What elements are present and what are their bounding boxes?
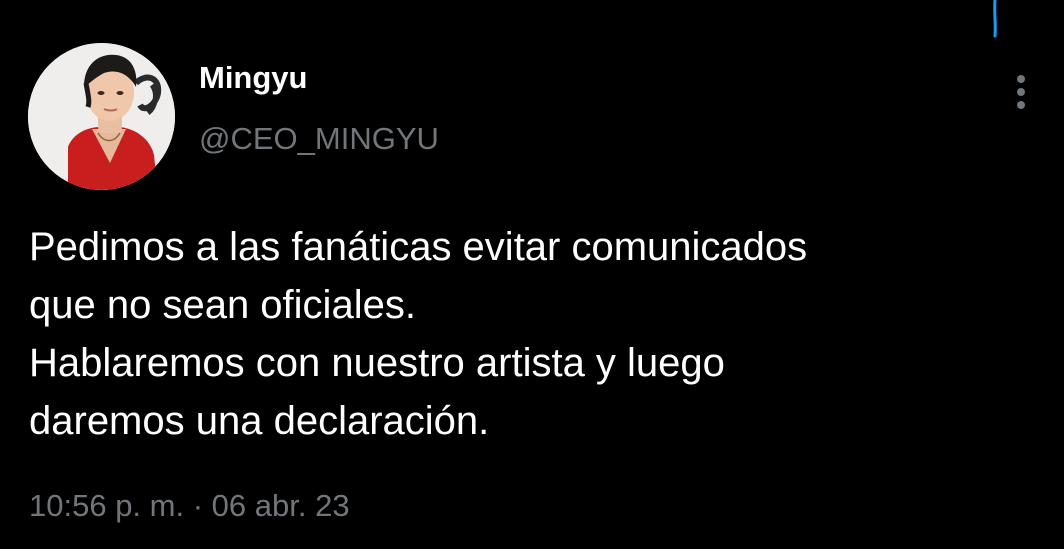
more-options-button[interactable] [1004, 70, 1038, 114]
more-vertical-icon [1017, 75, 1025, 83]
more-vertical-icon-dot [1017, 101, 1025, 109]
avatar[interactable] [28, 43, 175, 190]
tweet-text-line: que no sean oficiales. [29, 283, 416, 327]
more-vertical-icon-dot [1017, 88, 1025, 96]
display-name[interactable]: Mingyu [199, 58, 308, 98]
tweet-text-line: daremos una declaración. [29, 399, 490, 443]
tweet-timestamp[interactable]: 10:56 p. m. · 06 abr. 23 [29, 486, 350, 526]
tweet-text: Pedimos a las fanáticas evitar comunicad… [29, 218, 1049, 450]
tweet-time: 10:56 p. m. [29, 488, 185, 523]
tweet-text-line: Pedimos a las fanáticas evitar comunicad… [29, 225, 808, 269]
tweet-text-line: Hablaremos con nuestro artista y luego [29, 341, 725, 385]
scroll-indicator [993, 0, 997, 38]
tweet-date: 06 abr. 23 [211, 488, 350, 523]
username-handle[interactable]: @CEO_MINGYU [199, 119, 439, 159]
profile-photo-icon [28, 43, 175, 190]
tweet-detail: Mingyu @CEO_MINGYU Pedimos a las fanátic… [0, 0, 1064, 549]
meta-separator: · [192, 488, 204, 523]
